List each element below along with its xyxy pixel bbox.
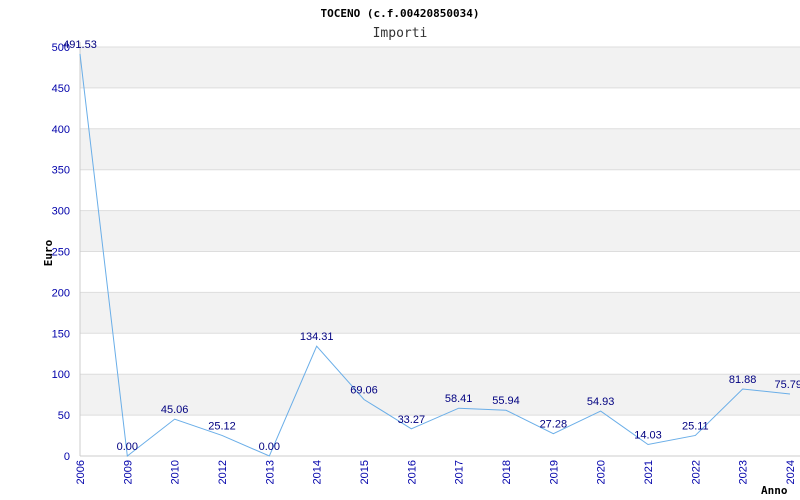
chart-subtitle: Importi xyxy=(373,26,428,41)
x-axis-ticks: 2006 2009 2010 2012 2013 2014 2015 2016 2017 2018… xyxy=(75,460,797,484)
x-tick-label: 2010 xyxy=(170,460,182,484)
grid-band xyxy=(80,210,800,252)
grid-band xyxy=(80,87,800,129)
data-label: 54.93 xyxy=(587,396,615,408)
data-label: 0.00 xyxy=(117,441,138,453)
chart: 050100150200250300350400450500 2006 2009 2… xyxy=(42,7,800,497)
x-tick-label: 2014 xyxy=(312,460,324,484)
x-tick-label: 2018 xyxy=(501,460,513,484)
grid-band xyxy=(80,251,800,293)
x-tick-label: 2009 xyxy=(122,460,134,484)
x-tick-label: 2015 xyxy=(359,460,371,484)
x-tick-label: 2016 xyxy=(406,460,418,484)
y-tick-label: 350 xyxy=(52,165,70,177)
y-tick-label: 400 xyxy=(52,124,70,136)
x-tick-label: 2006 xyxy=(75,460,87,484)
x-tick-label: 2017 xyxy=(454,460,466,484)
x-tick-label: 2013 xyxy=(264,460,276,484)
y-tick-label: 50 xyxy=(58,410,70,422)
data-label: 14.03 xyxy=(634,430,662,442)
data-label: 75.79 xyxy=(774,379,800,391)
grid-band xyxy=(80,47,800,88)
y-tick-label: 200 xyxy=(52,287,70,299)
y-tick-label: 450 xyxy=(52,83,70,95)
x-tick-label: 2021 xyxy=(643,460,655,484)
grid-band xyxy=(80,169,800,211)
data-label: 27.28 xyxy=(540,419,568,431)
data-label: 25.11 xyxy=(682,420,709,432)
data-label: 81.88 xyxy=(729,374,757,386)
data-label: 491.53 xyxy=(63,39,97,51)
x-tick-label: 2019 xyxy=(548,460,560,484)
chart-title: TOCENO (c.f.00420850034) xyxy=(321,7,480,20)
data-label: 0.00 xyxy=(259,441,280,453)
y-axis-label: Euro xyxy=(42,239,55,266)
x-axis-label: Anno xyxy=(761,484,788,497)
x-tick-label: 2020 xyxy=(596,460,608,484)
y-tick-label: 0 xyxy=(64,451,70,463)
data-label: 58.41 xyxy=(445,393,473,405)
data-label: 33.27 xyxy=(398,414,426,426)
data-label: 55.94 xyxy=(492,395,520,407)
data-label: 134.31 xyxy=(300,331,334,343)
x-tick-label: 2023 xyxy=(738,460,750,484)
data-label: 45.06 xyxy=(161,404,189,416)
grid-band xyxy=(80,333,800,375)
grid-band xyxy=(80,128,800,170)
y-tick-label: 100 xyxy=(52,369,70,381)
data-label: 25.12 xyxy=(208,420,236,432)
grid-band xyxy=(80,292,800,334)
y-tick-label: 300 xyxy=(52,206,70,218)
data-label: 69.06 xyxy=(350,385,378,397)
x-tick-label: 2012 xyxy=(217,460,229,484)
y-tick-label: 150 xyxy=(52,328,70,340)
x-tick-label: 2022 xyxy=(690,460,702,484)
x-tick-label: 2024 xyxy=(785,460,797,484)
